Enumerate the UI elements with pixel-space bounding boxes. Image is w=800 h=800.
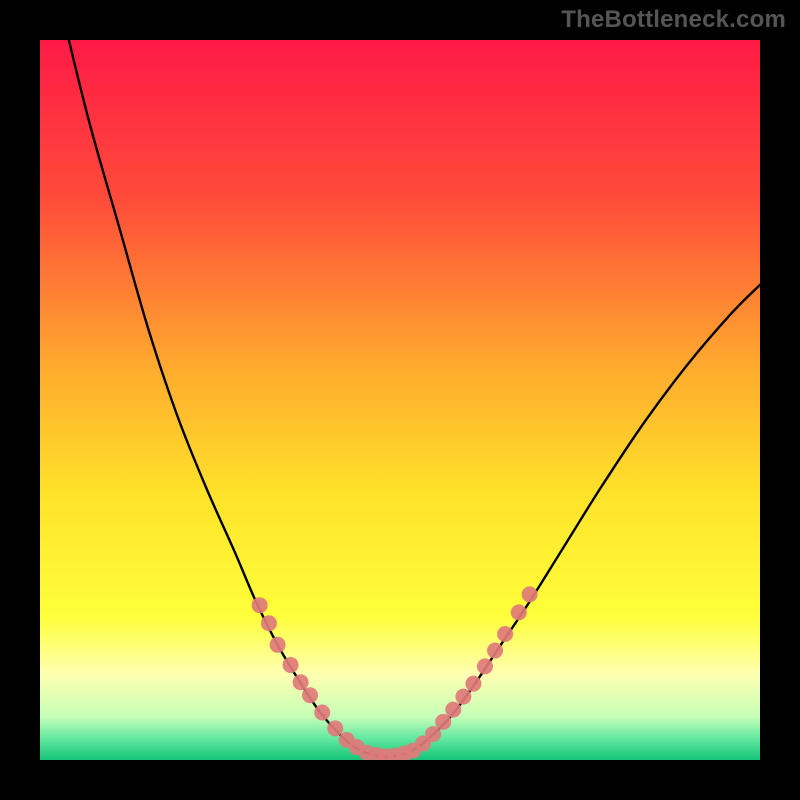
data-point [270, 637, 286, 653]
data-point [314, 704, 330, 720]
data-point [252, 597, 268, 613]
data-point [327, 720, 343, 736]
data-point [465, 676, 481, 692]
chart-frame: TheBottleneck.com [0, 0, 800, 800]
data-point [445, 702, 461, 718]
data-point [435, 714, 451, 730]
data-point [283, 657, 299, 673]
data-point [522, 586, 538, 602]
data-point [487, 643, 503, 659]
data-point [302, 687, 318, 703]
plot-area [40, 40, 760, 760]
chart-svg [40, 40, 760, 760]
data-point [455, 689, 471, 705]
data-point [511, 604, 527, 620]
watermark-text: TheBottleneck.com [561, 6, 786, 34]
gradient-background [40, 40, 760, 760]
data-point [293, 674, 309, 690]
data-point [497, 626, 513, 642]
data-point [425, 726, 441, 742]
data-point [477, 658, 493, 674]
data-point [261, 615, 277, 631]
